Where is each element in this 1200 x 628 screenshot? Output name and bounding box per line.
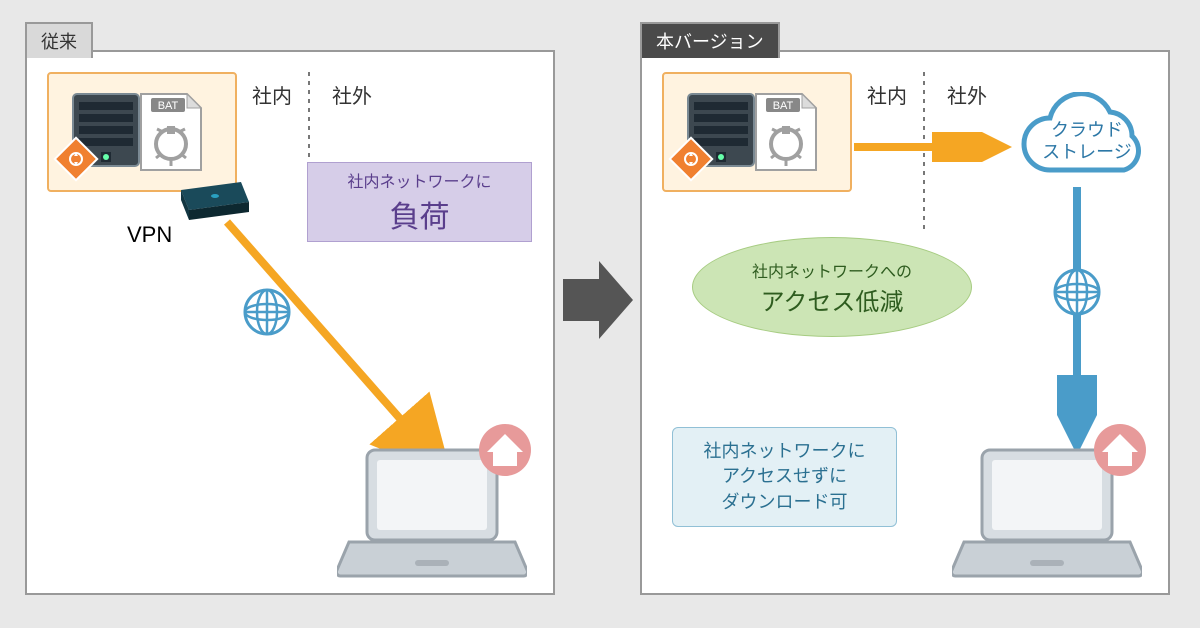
server-box: BAT [47,72,237,192]
server-icon: BAT [664,74,854,194]
svg-text:BAT: BAT [773,100,794,112]
loc-internal-label: 社内 [252,80,292,109]
loc-external-label: 社外 [332,80,372,109]
callout-line1: 社内ネットワークに [308,168,531,192]
callout-line1: 社内ネットワークに [704,439,866,464]
flow-arrow-download-icon [1057,187,1097,467]
cloud-label: クラウド ストレージ [1027,120,1147,163]
callout-line3: ダウンロード可 [722,490,848,515]
home-icon [1092,422,1148,478]
ellipse-line2: アクセス低減 [761,282,904,317]
callout-line2: アクセスせずに [722,464,847,489]
loc-external-label: 社外 [947,80,987,109]
panel-tab-before: 従来 [25,22,93,58]
server-box: BAT [662,72,852,192]
vpn-router-icon [175,180,255,216]
globe-icon [242,287,292,337]
panel-after: 本バージョン BAT 社内 [640,50,1170,595]
server-icon: BAT [49,74,239,194]
flow-arrow-cloud-icon [854,132,1024,162]
home-icon [477,422,533,478]
loc-internal-label: 社内 [867,80,907,109]
panel-before: 従来 BAT [25,50,555,595]
callout-download: 社内ネットワークに アクセスせずに ダウンロード可 [672,427,897,527]
panel-tab-after: 本バージョン [640,22,780,58]
transition-arrow-icon [563,255,633,345]
ellipse-line1: 社内ネットワークへの [752,258,912,282]
globe-icon [1052,267,1102,317]
svg-text:BAT: BAT [158,100,179,112]
vpn-label: VPN [127,222,172,248]
callout-access-reduced: 社内ネットワークへの アクセス低減 [692,237,972,337]
